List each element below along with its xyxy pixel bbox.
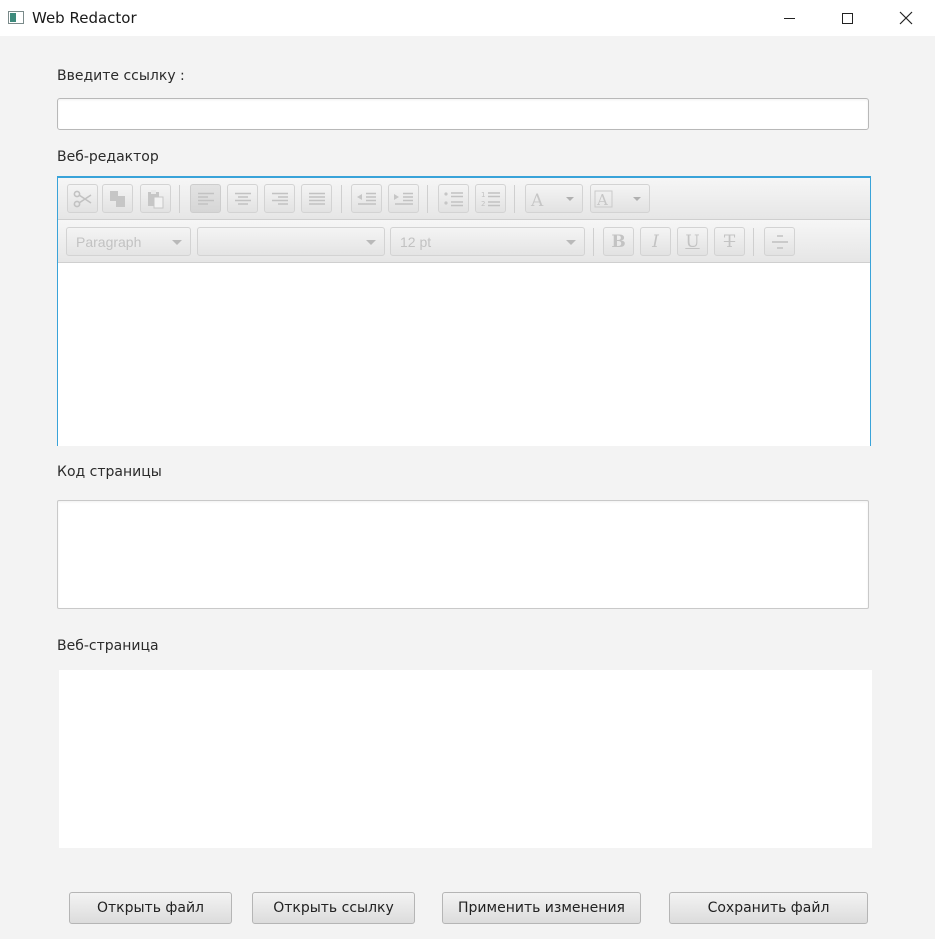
url-input[interactable] xyxy=(57,98,869,130)
paste-icon xyxy=(147,189,163,208)
bullet-list-button[interactable] xyxy=(438,184,469,213)
apply-changes-button[interactable]: Применить изменения xyxy=(442,892,641,924)
italic-icon: I xyxy=(652,231,659,252)
copy-button[interactable] xyxy=(102,184,133,213)
editor-toolbar-top: 12 A A xyxy=(58,178,870,220)
align-center-button[interactable] xyxy=(227,184,258,213)
bullet-list-icon xyxy=(443,191,463,206)
text-color-icon: A xyxy=(530,191,544,209)
font-size-select[interactable]: 12 pt xyxy=(390,227,585,256)
close-button[interactable] xyxy=(877,0,935,36)
background-color-button[interactable]: A xyxy=(590,184,650,213)
maximize-icon xyxy=(841,12,853,24)
horizontal-rule-button[interactable] xyxy=(764,227,795,256)
text-color-button[interactable]: A xyxy=(525,184,583,213)
outdent-button[interactable] xyxy=(351,184,382,213)
bold-icon: B xyxy=(611,231,626,252)
close-icon xyxy=(899,11,913,25)
bold-button[interactable]: B xyxy=(603,227,634,256)
url-label: Введите ссылку : xyxy=(57,68,185,84)
webpage-label: Веб-страница xyxy=(57,638,159,654)
cut-button[interactable] xyxy=(67,184,98,213)
background-color-icon: A xyxy=(594,190,613,209)
font-family-select[interactable] xyxy=(197,227,385,256)
code-label: Код страницы xyxy=(57,464,162,480)
align-right-icon xyxy=(271,192,288,205)
underline-button[interactable]: U xyxy=(677,227,708,256)
page-code-textarea[interactable] xyxy=(57,500,869,609)
editor-content-area[interactable] xyxy=(58,263,870,446)
align-justify-icon xyxy=(308,192,325,205)
chevron-down-icon xyxy=(566,240,576,245)
svg-text:1: 1 xyxy=(481,191,485,199)
indent-button[interactable] xyxy=(388,184,419,213)
italic-button[interactable]: I xyxy=(640,227,671,256)
cut-icon xyxy=(73,190,91,207)
paste-button[interactable] xyxy=(140,184,171,213)
chevron-down-icon xyxy=(172,240,182,245)
align-left-button[interactable] xyxy=(190,184,221,213)
numbered-list-icon: 12 xyxy=(481,191,500,208)
align-center-icon xyxy=(234,192,251,205)
save-file-button[interactable]: Сохранить файл xyxy=(669,892,868,924)
svg-text:A: A xyxy=(530,191,544,209)
maximize-button[interactable] xyxy=(818,0,876,36)
font-size-value: 12 pt xyxy=(400,234,432,250)
align-right-button[interactable] xyxy=(264,184,295,213)
html-editor: 12 A A Paragraph 12 pt B I U T xyxy=(57,176,871,446)
horizontal-rule-icon xyxy=(771,234,788,249)
copy-icon xyxy=(109,190,125,207)
window-title: Web Redactor xyxy=(32,9,137,27)
strikethrough-icon: T xyxy=(723,231,736,252)
paragraph-format-value: Paragraph xyxy=(76,234,142,250)
open-link-button[interactable]: Открыть ссылку xyxy=(252,892,415,924)
title-bar: Web Redactor xyxy=(0,0,935,36)
align-justify-button[interactable] xyxy=(301,184,332,213)
outdent-icon xyxy=(356,192,376,205)
minimize-button[interactable] xyxy=(760,0,818,36)
minimize-icon xyxy=(783,17,795,19)
app-icon xyxy=(8,11,24,24)
strikethrough-button[interactable]: T xyxy=(714,227,745,256)
editor-label: Веб-редактор xyxy=(57,149,159,165)
svg-text:2: 2 xyxy=(481,200,485,208)
webpage-view[interactable] xyxy=(59,670,872,848)
underline-icon: U xyxy=(685,231,700,252)
paragraph-format-select[interactable]: Paragraph xyxy=(66,227,191,256)
svg-text:A: A xyxy=(596,191,608,209)
open-file-button[interactable]: Открыть файл xyxy=(69,892,232,924)
indent-icon xyxy=(393,192,413,205)
editor-toolbar-bottom: Paragraph 12 pt B I U T xyxy=(58,220,870,263)
chevron-down-icon xyxy=(366,240,376,245)
align-left-icon xyxy=(197,192,214,205)
numbered-list-button[interactable]: 12 xyxy=(475,184,506,213)
